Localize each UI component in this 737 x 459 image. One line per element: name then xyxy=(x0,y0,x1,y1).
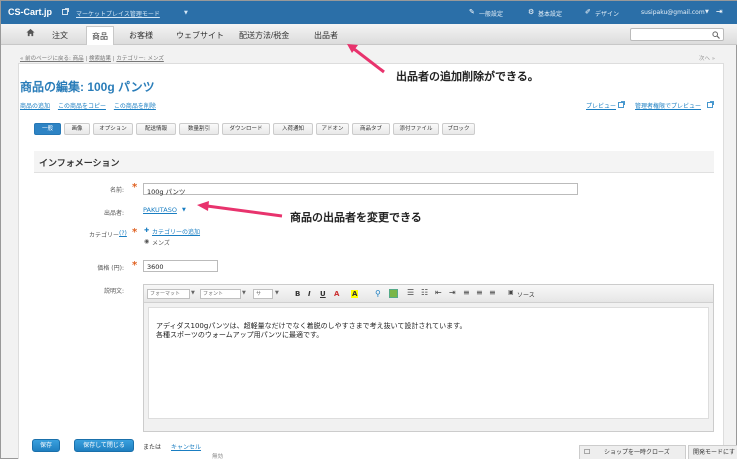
shop-close-label: ショップを一時クローズ xyxy=(604,449,670,456)
save-button[interactable]: 保存 xyxy=(32,439,60,452)
checkbox-icon[interactable]: ☐ xyxy=(584,446,590,459)
dev-mode-bar[interactable]: 開発モードにす xyxy=(688,445,737,459)
shop-close-bar[interactable]: ☐ ショップを一時クローズ xyxy=(579,445,686,459)
cancel-link[interactable]: キャンセル xyxy=(171,442,201,451)
status-partial: 無効 xyxy=(212,454,224,459)
or-text: または xyxy=(143,444,162,451)
annotation-arrow xyxy=(206,204,283,218)
annotation-arrow xyxy=(353,47,385,74)
dev-mode-label: 開発モードにす xyxy=(693,449,736,456)
save-close-button[interactable]: 保存して閉じる xyxy=(74,439,134,452)
arrow-head-icon xyxy=(197,201,209,211)
annotation-arrows xyxy=(197,44,385,218)
